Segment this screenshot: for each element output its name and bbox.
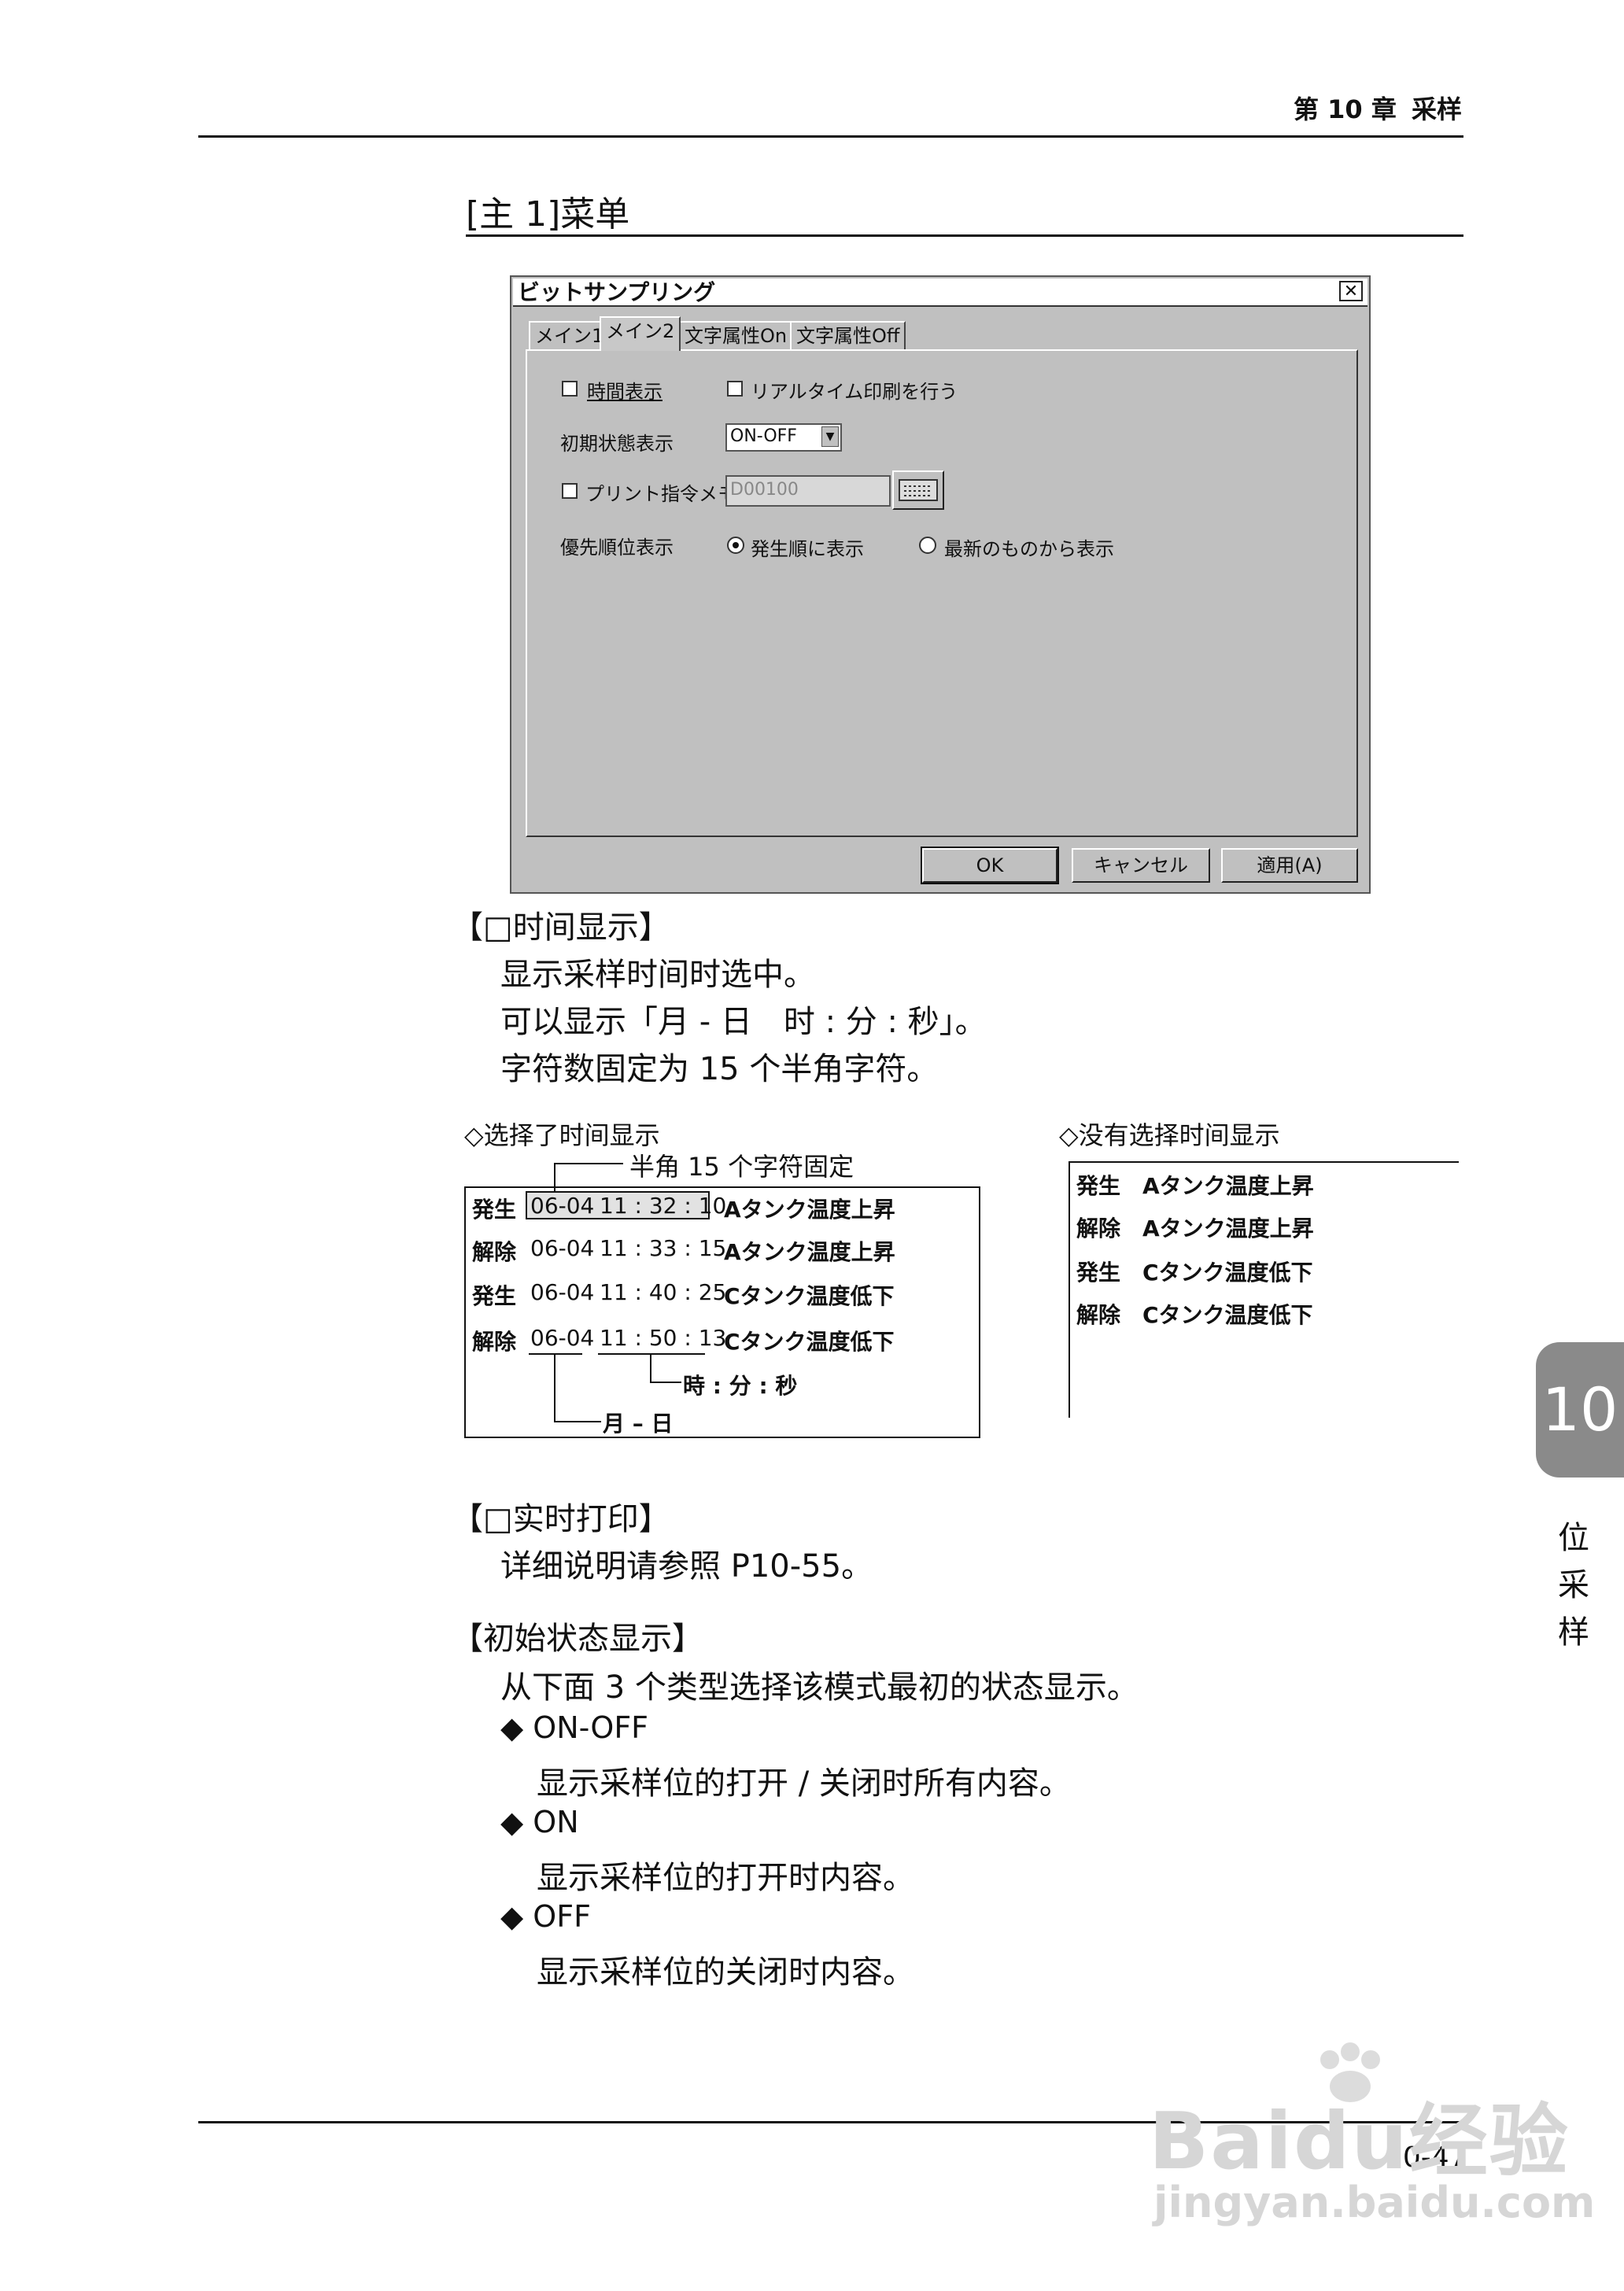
bit-sampling-dialog: ビットサンプリング ✕ メイン1 メイン2 文字属性On 文字属性Off 時間表… xyxy=(510,275,1371,894)
row-status: 解除 xyxy=(1076,1302,1121,1328)
radio-occurrence-order[interactable] xyxy=(727,537,744,554)
initial-state-select[interactable]: ON-OFF ▼ xyxy=(725,423,842,452)
example-selected-box xyxy=(464,1186,980,1438)
realtime-print-heading: 【□实时打印】 xyxy=(452,1501,670,1537)
realtime-print-text: 详细说明请参照 P10-55。 xyxy=(500,1548,873,1585)
row-message: Aタンク温度上昇 xyxy=(1142,1216,1314,1241)
time-leader-h xyxy=(650,1382,681,1383)
chapter-title: 采样 xyxy=(1412,94,1463,124)
example-unselected-caption: ◇没有选择时间显示 xyxy=(1059,1120,1280,1150)
priority-label: 優先順位表示 xyxy=(560,537,674,559)
tab-text-attr-off[interactable]: 文字属性Off xyxy=(790,321,906,349)
row-time: 11 : 32 : 10 xyxy=(600,1193,727,1219)
chapter-label: 第 10 章 xyxy=(1294,94,1397,124)
row-message: Cタンク温度低下 xyxy=(724,1283,895,1309)
row-message: Aタンク温度上昇 xyxy=(724,1197,895,1223)
option-on-desc: 显示采样位的打开时内容。 xyxy=(537,1860,914,1896)
row-status: 解除 xyxy=(472,1329,517,1355)
row-message: Aタンク温度上昇 xyxy=(724,1239,895,1265)
time-leader-v xyxy=(650,1355,651,1382)
keypad-button[interactable] xyxy=(892,470,944,510)
realtime-print-label: リアルタイム印刷を行う xyxy=(751,381,958,403)
row-status: 解除 xyxy=(1076,1216,1121,1241)
apply-button[interactable]: 適用(A) xyxy=(1221,848,1358,883)
row-status: 発生 xyxy=(472,1283,517,1309)
radio-occurrence-label: 発生順に表示 xyxy=(751,538,864,560)
date-leader-v xyxy=(554,1355,555,1421)
time-line-3: 字符数固定为 15 个半角字符。 xyxy=(500,1051,939,1087)
tab-main1[interactable]: メイン1 xyxy=(529,321,611,349)
row-time: 11 : 33 : 15 xyxy=(600,1235,727,1261)
time-display-heading: 【□时间显示】 xyxy=(452,909,670,946)
option-on: ◆ ON xyxy=(500,1805,579,1839)
row-message: Aタンク温度上昇 xyxy=(1142,1173,1314,1199)
row-date: 06-04 xyxy=(530,1279,595,1305)
date-leader-h xyxy=(554,1421,601,1422)
row-time: 11 : 50 : 13 xyxy=(600,1325,727,1351)
half-width-note: 半角 15 个字符固定 xyxy=(629,1152,854,1182)
radio-newest-first[interactable] xyxy=(919,537,936,554)
date-format-note: 月 – 日 xyxy=(603,1411,674,1437)
section-rule xyxy=(466,234,1463,237)
time-line-1: 显示采样时间时选中。 xyxy=(500,957,815,993)
time-format-note: 時 : 分 : 秒 xyxy=(683,1373,798,1399)
row-date: 06-04 xyxy=(530,1193,595,1219)
row-status: 発生 xyxy=(472,1197,517,1223)
dialog-title: ビットサンプリング xyxy=(513,279,1367,307)
tab-text-attr-on[interactable]: 文字属性On xyxy=(678,321,794,349)
tab-panel xyxy=(526,349,1358,837)
keypad-icon xyxy=(899,479,938,501)
unselected-left-rule xyxy=(1069,1161,1070,1418)
date-underline xyxy=(529,1353,582,1355)
time-underline xyxy=(598,1353,705,1355)
option-on-off: ◆ ON-OFF xyxy=(500,1710,649,1745)
row-status: 発生 xyxy=(1076,1260,1121,1286)
initial-state-heading: 【初始状态显示】 xyxy=(452,1621,703,1657)
initial-state-label: 初期状態表示 xyxy=(560,433,674,455)
note-leader xyxy=(554,1163,623,1164)
row-date: 06-04 xyxy=(530,1325,595,1351)
chapter-tab: 10 xyxy=(1536,1342,1624,1478)
side-char-1: 位 xyxy=(1558,1520,1589,1556)
realtime-print-checkbox[interactable] xyxy=(727,381,743,397)
unselected-top-rule xyxy=(1069,1161,1459,1163)
radio-newest-label: 最新のものから表示 xyxy=(944,538,1114,560)
row-status: 解除 xyxy=(472,1239,517,1265)
row-date: 06-04 xyxy=(530,1235,595,1261)
watermark-url: jingyan.baidu.com xyxy=(1153,2178,1596,2227)
side-char-2: 采 xyxy=(1558,1567,1589,1603)
print-memory-checkbox[interactable] xyxy=(562,483,578,499)
paw-icon xyxy=(1320,2042,1380,2102)
initial-state-value: ON-OFF xyxy=(730,426,797,446)
row-message: Cタンク温度低下 xyxy=(1142,1302,1313,1328)
header-rule xyxy=(198,135,1463,138)
time-line-2: 可以显示「月 - 日 时 : 分 : 秒」。 xyxy=(500,1004,987,1040)
option-on-off-desc: 显示采样位的打开 / 关闭时所有内容。 xyxy=(537,1765,1071,1802)
option-off: ◆ OFF xyxy=(500,1899,591,1934)
side-char-3: 样 xyxy=(1558,1614,1589,1651)
time-display-label: 時間表示 xyxy=(587,381,663,403)
row-time: 11 : 40 : 25 xyxy=(600,1279,727,1305)
initial-state-intro: 从下面 3 个类型选择该模式最初的状态显示。 xyxy=(500,1669,1139,1706)
close-icon[interactable]: ✕ xyxy=(1339,281,1363,301)
tab-main2[interactable]: メイン2 xyxy=(600,316,681,351)
chevron-down-icon: ▼ xyxy=(821,426,839,447)
option-off-desc: 显示采样位的关闭时内容。 xyxy=(537,1954,914,1990)
section-title: [主 1]菜单 xyxy=(466,194,630,234)
cancel-button[interactable]: キャンセル xyxy=(1072,848,1210,883)
ok-button[interactable]: OK xyxy=(921,847,1059,884)
row-message: Cタンク温度低下 xyxy=(1142,1260,1313,1286)
print-memory-input[interactable]: D00100 xyxy=(725,475,891,507)
row-message: Cタンク温度低下 xyxy=(724,1329,895,1355)
row-status: 発生 xyxy=(1076,1173,1121,1199)
time-display-checkbox[interactable] xyxy=(562,381,578,397)
